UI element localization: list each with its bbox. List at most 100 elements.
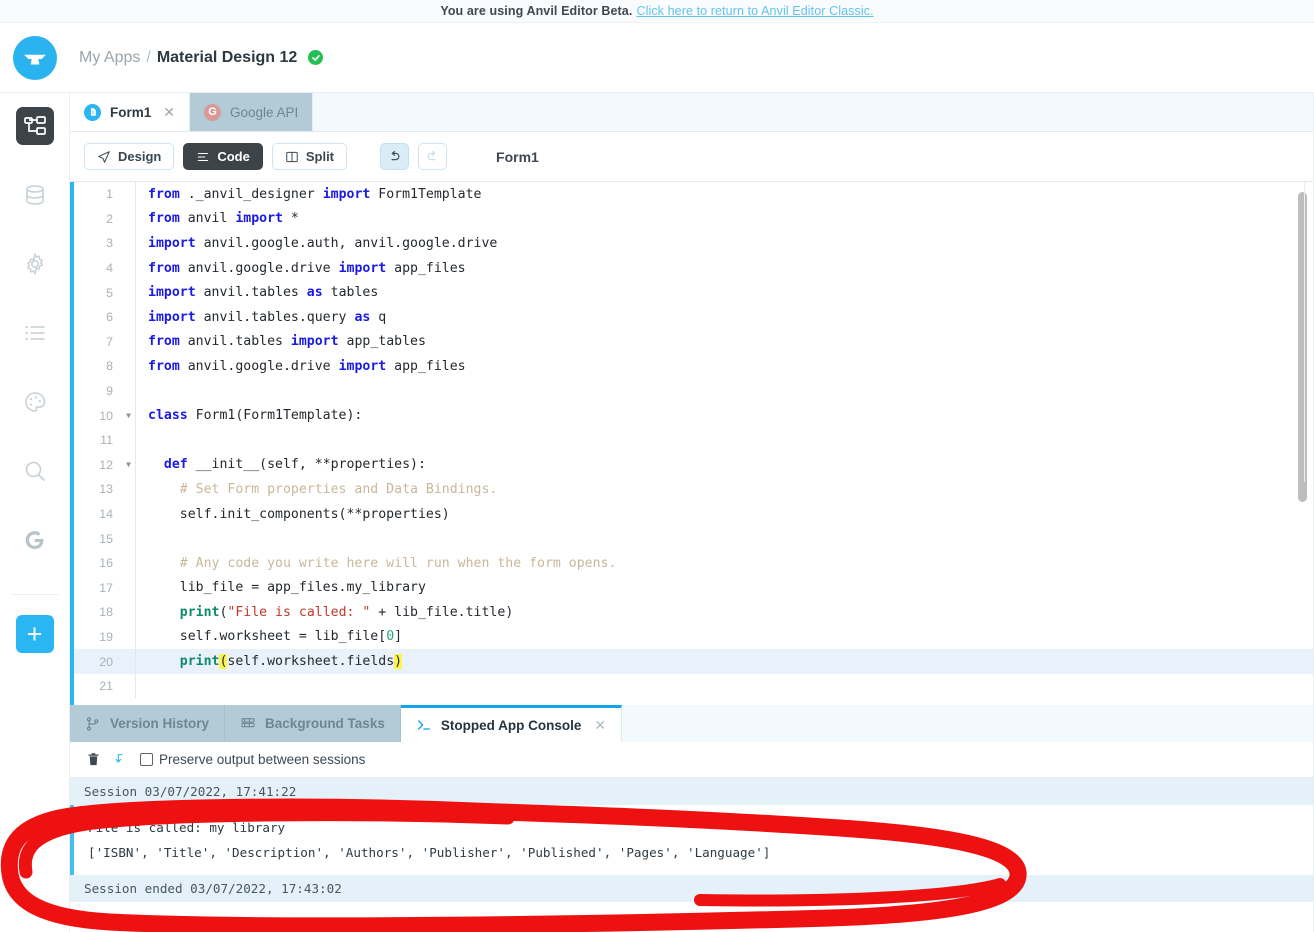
code-line[interactable]: 18 print("File is called: " + lib_file.t… [74,600,1314,625]
code-line[interactable]: 11 [74,428,1314,453]
code-text: import anvil.google.auth, anvil.google.d… [136,236,497,251]
redo-icon [425,149,440,164]
code-line[interactable]: 8from anvil.google.drive import app_file… [74,354,1314,379]
terminal-icon [416,717,432,733]
redo-button[interactable] [418,143,447,170]
code-line[interactable]: 6import anvil.tables.query as q [74,305,1314,330]
design-view-button[interactable]: Design [84,143,174,170]
code-line[interactable]: 15 [74,526,1314,551]
preserve-output-option[interactable]: Preserve output between sessions [140,752,365,767]
tab-form1[interactable]: Form1 ✕ [70,93,190,131]
clear-console-button[interactable] [86,751,101,768]
code-text: from anvil.google.drive import app_files [136,359,466,374]
line-number: 19 [74,630,122,644]
code-lines-container[interactable]: 1from ._anvil_designer import Form1Templ… [74,182,1314,705]
code-line[interactable]: 13 # Set Form properties and Data Bindin… [74,477,1314,502]
line-number: 14 [74,507,122,521]
code-view-button[interactable]: Code [183,143,263,170]
gutter-divider [135,526,136,551]
line-number: 2 [74,212,122,226]
code-text: from ._anvil_designer import Form1Templa… [136,187,481,202]
preserve-output-checkbox[interactable] [140,753,153,766]
branch-icon [85,716,101,732]
sidebar-item-app-settings[interactable] [16,245,54,283]
breadcrumb-my-apps[interactable]: My Apps [79,49,140,67]
code-line[interactable]: 16 # Any code you write here will run wh… [74,551,1314,576]
sidebar-item-data-tables[interactable] [16,176,54,214]
anvil-mark-icon [22,45,48,71]
editor-tab-bar: Form1 ✕ G Google API [70,93,1314,132]
page-title: Material Design 12 [157,49,298,67]
left-sidebar: + [0,93,70,932]
fold-arrow-icon[interactable]: ▼ [122,460,135,469]
code-line[interactable]: 21 [74,674,1314,699]
code-text: import anvil.tables as tables [136,285,378,300]
code-line[interactable]: 19 self.worksheet = lib_file[0] [74,625,1314,650]
code-view-label: Code [217,149,250,164]
add-component-button[interactable]: + [16,615,54,653]
trash-icon [86,751,101,768]
code-text: def __init__(self, **properties): [136,457,426,472]
line-number: 10 [74,409,122,423]
line-number: 3 [74,236,122,250]
line-number: 9 [74,384,122,398]
code-line[interactable]: 12▼ def __init__(self, **properties): [74,453,1314,478]
sidebar-item-app-browser[interactable] [16,107,54,145]
code-line[interactable]: 7from anvil.tables import app_tables [74,330,1314,355]
anvil-logo[interactable] [13,36,57,80]
code-line[interactable]: 1from ._anvil_designer import Form1Templ… [74,182,1314,207]
code-line[interactable]: 3 import anvil.google.auth, anvil.google.… [74,231,1314,256]
console-panel: Version History Background Tasks St [70,705,1314,932]
scroll-to-bottom-icon [114,751,127,768]
sidebar-item-google-services[interactable] [16,521,54,559]
tab-version-history-label: Version History [110,716,209,731]
editor-body: + Form1 ✕ G Google API [0,93,1314,932]
split-view-button[interactable]: Split [272,143,347,170]
code-line[interactable]: 5 import anvil.tables as tables [74,280,1314,305]
code-line[interactable]: 4from anvil.google.drive import app_file… [74,256,1314,281]
fold-arrow-icon[interactable]: ▼ [122,411,135,420]
code-line[interactable]: 10▼class Form1(Form1Template): [74,403,1314,428]
undo-button[interactable] [380,143,409,170]
sidebar-item-search[interactable] [16,452,54,490]
code-text: self.init_components(**properties) [136,507,450,522]
tab-version-history[interactable]: Version History [70,705,225,742]
line-number: 20 [74,655,122,669]
code-text: from anvil.google.drive import app_files [136,261,466,276]
line-number: 11 [74,433,122,447]
line-number: 5 [74,286,122,300]
console-output[interactable]: Session 03/07/2022, 17:41:22 File is cal… [70,778,1314,932]
code-text: from anvil import * [136,211,299,226]
console-tab-close-icon[interactable]: ✕ [594,717,606,734]
return-to-classic-link[interactable]: Click here to return to Anvil Editor Cla… [636,4,873,18]
database-icon [23,183,47,207]
code-line[interactable]: 14 self.init_components(**properties) [74,502,1314,527]
tab-google-api-label: Google API [230,105,298,120]
code-line[interactable]: 2 from anvil import * [74,207,1314,232]
tab-google-api[interactable]: G Google API [190,93,313,131]
console-toolbar: Preserve output between sessions [70,742,1314,778]
scroll-to-bottom-button[interactable] [114,751,127,768]
line-number: 16 [74,556,122,570]
tab-background-tasks[interactable]: Background Tasks [225,705,401,742]
code-text: print(self.worksheet.fields) [136,654,402,669]
code-line[interactable]: 9 [74,379,1314,404]
code-text: from anvil.tables import app_tables [136,334,426,349]
form-file-icon [84,104,101,121]
line-number: 21 [74,679,122,693]
tab-background-tasks-label: Background Tasks [265,716,385,731]
file-tree-icon [23,114,47,138]
breadcrumb-separator: / [146,49,150,67]
session-end-line: Session ended 03/07/2022, 17:43:02 [70,875,1314,902]
palette-icon [23,390,47,414]
split-view-label: Split [306,149,334,164]
output-line: ['ISBN', 'Title', 'Description', 'Author… [84,840,1314,865]
app-header: My Apps / Material Design 12 [0,23,1314,93]
code-editor[interactable]: 1from ._anvil_designer import Form1Templ… [70,182,1314,705]
tab-stopped-app-console[interactable]: Stopped App Console ✕ [401,705,622,742]
code-line[interactable]: 17 lib_file = app_files.my_library [74,576,1314,601]
tab-form1-close-icon[interactable]: ✕ [163,104,175,121]
sidebar-item-app-logs[interactable] [16,314,54,352]
sidebar-item-theme[interactable] [16,383,54,421]
code-line[interactable]: 20 print(self.worksheet.fields) [74,649,1314,674]
